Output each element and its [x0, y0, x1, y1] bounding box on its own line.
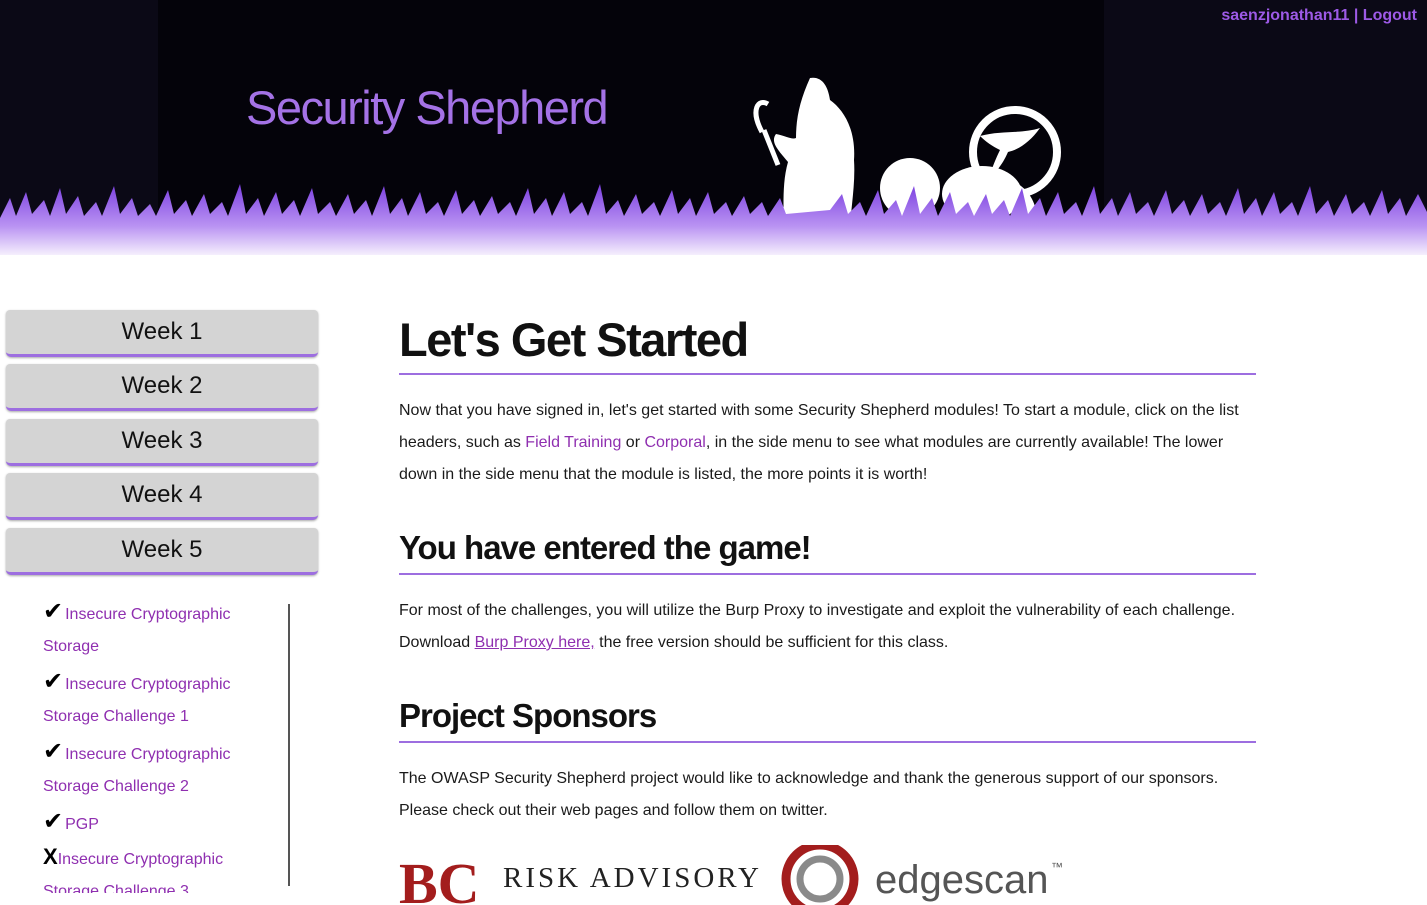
week-5-button[interactable]: Week 5	[6, 528, 318, 575]
sponsor-logos: BC RISK ADVISORY edgescan ™	[399, 845, 1063, 905]
burp-proxy-link[interactable]: Burp Proxy here,	[475, 634, 595, 651]
site-header: Security Shepherd saenzjonathan11 | Logo…	[0, 0, 1427, 255]
completed-check-icon: ✔	[43, 598, 64, 625]
module-item[interactable]: ✔ PGP	[43, 806, 243, 841]
module-label-line2: Storage Challenge 1	[43, 708, 189, 725]
corporal-link[interactable]: Corporal	[644, 434, 705, 451]
game-heading: You have entered the game!	[399, 525, 1256, 575]
week-2-button[interactable]: Week 2	[6, 364, 318, 411]
module-item[interactable]: ✔ Insecure Cryptographic Storage Challeng…	[43, 736, 243, 803]
main-content: Let's Get Started Now that you have sign…	[399, 300, 1256, 861]
edgescan-trademark: ™	[1051, 860, 1063, 874]
week-1-button[interactable]: Week 1	[6, 310, 318, 357]
module-label-line2: Storage Challenge 2	[43, 778, 189, 795]
username-link[interactable]: saenzjonathan11	[1221, 7, 1349, 24]
week-4-button[interactable]: Week 4	[6, 473, 318, 520]
edgescan-text: edgescan	[875, 858, 1048, 902]
module-label: Insecure Cryptographic	[57, 851, 224, 868]
user-links-separator: |	[1353, 7, 1359, 24]
module-label: Insecure Cryptographic	[65, 676, 231, 693]
bc-logo[interactable]: BC	[399, 851, 480, 905]
module-list-scrollbar[interactable]	[288, 604, 290, 886]
field-training-link[interactable]: Field Training	[525, 434, 621, 451]
site-title[interactable]: Security Shepherd	[246, 80, 609, 135]
incomplete-x-icon: X	[43, 844, 58, 869]
risk-advisory-text: RISK ADVISORY	[503, 862, 762, 894]
risk-advisory-logo[interactable]: RISK ADVISORY	[503, 862, 762, 894]
module-list: ✔ Insecure Cryptographic Storage ✔ Insecur…	[43, 596, 293, 893]
game-paragraph: For most of the challenges, you will uti…	[399, 595, 1256, 659]
module-label: Insecure Cryptographic	[65, 606, 231, 623]
edgescan-logo[interactable]: edgescan ™	[781, 845, 1063, 905]
intro-paragraph: Now that you have signed in, let's get s…	[399, 395, 1256, 491]
completed-check-icon: ✔	[43, 808, 64, 835]
module-label: Insecure Cryptographic	[65, 746, 231, 763]
sponsors-heading: Project Sponsors	[399, 693, 1256, 743]
edgescan-inner-ring-icon	[796, 855, 844, 903]
module-item[interactable]: ✔ Insecure Cryptographic Storage Challeng…	[43, 666, 243, 733]
bc-logo-text: BC	[399, 851, 480, 905]
grass-decoration	[0, 184, 1427, 255]
intro-text: or	[621, 434, 645, 451]
module-label: PGP	[65, 816, 99, 833]
module-item[interactable]: XInsecure Cryptographic Storage Challeng…	[43, 841, 243, 893]
sponsors-paragraph: The OWASP Security Shepherd project woul…	[399, 770, 1219, 819]
logout-link[interactable]: Logout	[1363, 7, 1417, 24]
module-label-line2: Storage	[43, 638, 100, 655]
module-label-line2: Storage Challenge 3	[43, 883, 189, 893]
module-item[interactable]: ✔ Insecure Cryptographic Storage	[43, 596, 243, 663]
week-3-button[interactable]: Week 3	[6, 419, 318, 466]
user-links: saenzjonathan11 | Logout	[1221, 7, 1417, 25]
completed-check-icon: ✔	[43, 668, 64, 695]
page-title: Let's Get Started	[399, 300, 1256, 375]
completed-check-icon: ✔	[43, 738, 64, 765]
game-text: the free version should be sufficient fo…	[594, 634, 949, 651]
